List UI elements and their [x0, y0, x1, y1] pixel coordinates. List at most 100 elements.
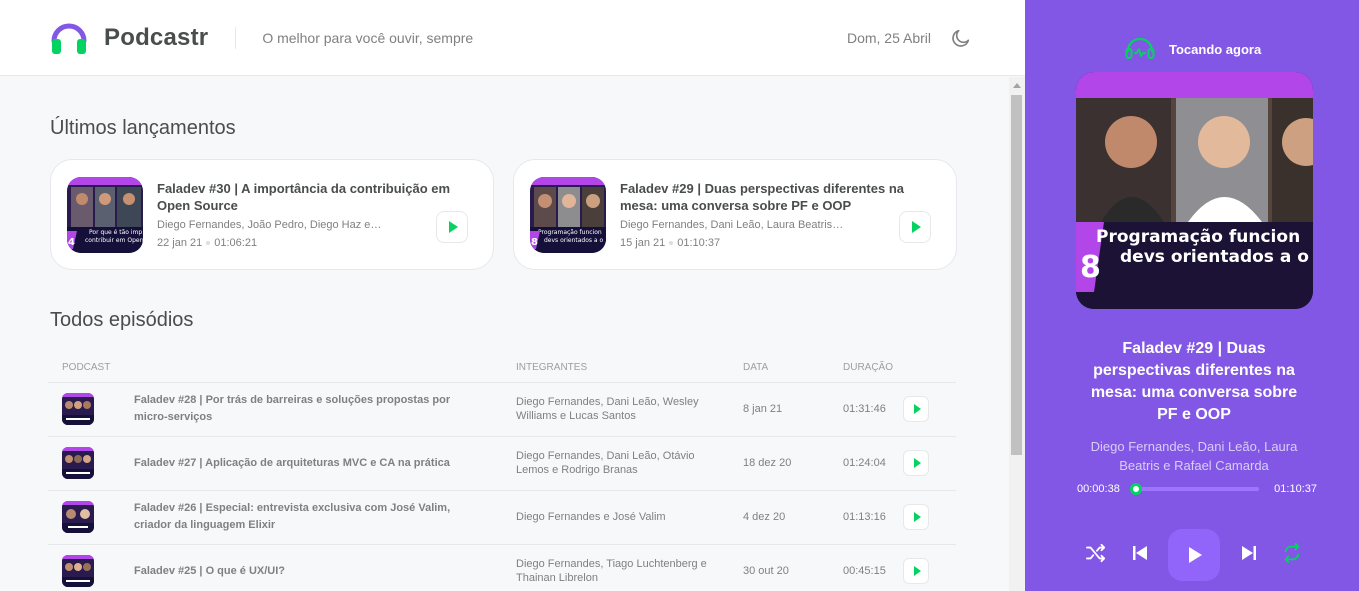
all-episodes-heading: Todos episódios	[50, 309, 194, 331]
cover-text-line2: devs orientados a o	[1120, 247, 1309, 267]
episode-thumbnail[interactable]: Programação funcion devs orientados a o …	[530, 176, 606, 253]
play-icon	[913, 458, 921, 468]
play-icon	[1189, 547, 1202, 563]
episode-members: Diego Fernandes, Tiago Luchtenberg e Tha…	[502, 544, 729, 591]
table-row[interactable]: Faladev #28 | Por trás de barreiras e so…	[48, 382, 956, 437]
play-episode-button[interactable]	[436, 211, 468, 243]
play-episode-button[interactable]	[903, 396, 929, 422]
previous-button[interactable]	[1125, 540, 1155, 570]
main-content: Podcastr O melhor para você ouvir, sempr…	[0, 0, 1025, 591]
episode-members: Diego Fernandes e José Valim	[502, 490, 729, 545]
player-panel: Tocando agora 8 Programação funcion devs	[1025, 0, 1359, 591]
episode-title-link[interactable]: Faladev #25 | O que é UX/UI?	[120, 544, 502, 591]
episode-thumbnail	[62, 501, 94, 533]
episode-duration: 01:31:46	[829, 382, 903, 437]
cover-number: 8	[1080, 250, 1101, 285]
episode-title-link[interactable]: Faladev #28 | Por trás de barreiras e so…	[120, 382, 502, 437]
total-time: 01:10:37	[1274, 483, 1317, 495]
table-row[interactable]: Faladev #26 | Especial: entrevista exclu…	[48, 490, 956, 545]
play-icon	[911, 221, 921, 233]
column-header-members: Integrantes	[502, 353, 729, 383]
repeat-button[interactable]	[1277, 540, 1307, 570]
thumb-number: 8	[531, 237, 538, 248]
current-date: Dom, 25 Abril	[846, 29, 931, 46]
play-icon	[913, 566, 921, 576]
episode-date: 22 jan 21	[157, 237, 203, 249]
episode-thumbnail	[62, 447, 94, 479]
progress-slider[interactable]	[1130, 483, 1259, 495]
episode-thumbnail	[62, 555, 94, 587]
play-episode-button[interactable]	[903, 504, 929, 530]
table-row[interactable]: Faladev #25 | O que é UX/UI? Diego Ferna…	[48, 544, 956, 591]
scrollbar-thumb[interactable]	[1011, 95, 1022, 455]
shuffle-button[interactable]	[1081, 540, 1111, 570]
column-header-date: Data	[729, 353, 829, 383]
episode-date: 15 jan 21	[620, 237, 666, 249]
episode-duration: 01:24:04	[829, 436, 903, 491]
svg-text:Por que é tão imp: Por que é tão imp	[89, 229, 142, 236]
table-row[interactable]: Faladev #27 | Aplicação de arquiteturas …	[48, 436, 956, 491]
current-episode-cover: 8 Programação funcion devs orientados a …	[1076, 72, 1313, 309]
top-header: Podcastr O melhor para você ouvir, sempr…	[0, 0, 1025, 76]
play-icon	[448, 221, 458, 233]
headphones-icon	[50, 19, 88, 57]
episode-title-link[interactable]: Faladev #27 | Aplicação de arquiteturas …	[120, 436, 502, 491]
episode-date: 30 out 20	[729, 544, 829, 591]
episode-members: Diego Fernandes, Dani Leão, Wesley Willi…	[502, 382, 729, 437]
play-episode-button[interactable]	[899, 211, 931, 243]
next-button[interactable]	[1234, 540, 1264, 570]
player-controls	[1081, 529, 1307, 581]
column-header-podcast: Podcast	[48, 353, 120, 383]
episode-members: Diego Fernandes, Dani Leão, Otávio Lemos…	[502, 436, 729, 491]
shuffle-icon	[1085, 543, 1107, 568]
play-icon	[913, 512, 921, 522]
latest-episode-card[interactable]: Por que é tão imp contribuir em Open S 4…	[50, 159, 494, 270]
episode-title-link[interactable]: Faladev #30 | A importância da contribui…	[157, 180, 473, 214]
now-playing-label: Tocando agora	[1169, 42, 1262, 57]
app: Podcastr O melhor para você ouvir, sempr…	[0, 0, 1359, 591]
scroll-up-arrow-icon[interactable]	[1013, 83, 1021, 88]
vertical-scrollbar[interactable]	[1009, 77, 1025, 591]
latest-heading: Últimos lançamentos	[50, 117, 236, 139]
episodes-table: Podcast Integrantes Data Duração Faladev…	[48, 353, 956, 591]
logo: Podcastr	[50, 19, 208, 57]
episode-title-link[interactable]: Faladev #26 | Especial: entrevista exclu…	[120, 490, 502, 545]
cover-text-line1: Programação funcion	[1096, 227, 1300, 247]
brand-name: Podcastr	[104, 23, 209, 51]
column-header-action	[903, 353, 956, 383]
episode-members: Diego Fernandes, João Pedro, Diego Haz e…	[157, 219, 382, 231]
thumb-number: 4	[68, 237, 75, 248]
svg-text:Programação funcion: Programação funcion	[538, 229, 602, 236]
current-time: 00:00:38	[1077, 483, 1120, 495]
latest-episode-card[interactable]: Programação funcion devs orientados a o …	[513, 159, 957, 270]
episode-thumbnail	[62, 393, 94, 425]
episode-date: 4 dez 20	[729, 490, 829, 545]
player-episode-members: Diego Fernandes, Dani Leão, Laura Beatri…	[1090, 439, 1298, 473]
previous-icon	[1131, 544, 1149, 567]
player-episode-title: Faladev #29 | Duas perspectivas diferent…	[1090, 340, 1298, 423]
episodes-scroll-area[interactable]: Últimos lançamentos Por que é tão imp co…	[0, 77, 1009, 591]
episode-date: 8 jan 21	[729, 382, 829, 437]
play-button[interactable]	[1168, 529, 1220, 581]
play-icon	[913, 404, 921, 414]
episode-duration: 00:45:15	[829, 544, 903, 591]
svg-text:devs orientados a o: devs orientados a o	[544, 237, 604, 244]
play-episode-button[interactable]	[903, 558, 929, 584]
repeat-icon	[1281, 542, 1303, 568]
next-icon	[1240, 544, 1258, 567]
episode-meta: 22 jan 21 01:06:21	[157, 237, 477, 249]
header-divider	[235, 26, 237, 49]
svg-text:contribuir em Open S: contribuir em Open S	[85, 237, 143, 244]
meta-separator	[206, 241, 211, 246]
table-header-row: Podcast Integrantes Data Duração	[48, 353, 956, 383]
episode-meta: 15 jan 21 01:10:37	[620, 237, 940, 249]
episode-title-link[interactable]: Faladev #29 | Duas perspectivas diferent…	[620, 180, 936, 214]
episode-thumbnail[interactable]: Por que é tão imp contribuir em Open S 4	[67, 176, 143, 253]
headphones-icon	[1125, 35, 1155, 64]
episode-duration: 01:06:21	[214, 237, 258, 249]
progress-handle[interactable]	[1130, 483, 1143, 495]
now-playing-header: Tocando agora	[1125, 35, 1261, 64]
moon-icon[interactable]	[949, 26, 973, 50]
play-episode-button[interactable]	[903, 450, 929, 476]
episode-duration: 01:13:16	[829, 490, 903, 545]
